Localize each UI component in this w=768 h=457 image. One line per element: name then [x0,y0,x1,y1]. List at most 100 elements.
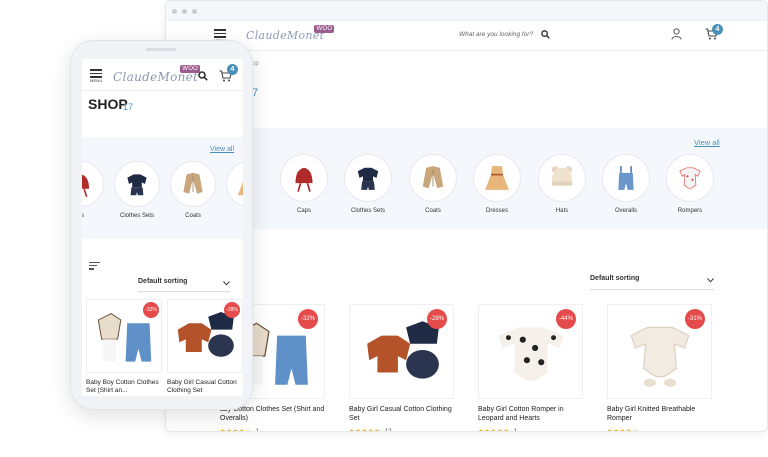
search-icon[interactable] [540,29,550,39]
view-all-link[interactable]: View all [210,146,234,153]
category-carousel: View all s Caps Clothes Sets Coats Dress… [166,128,767,229]
woo-badge: WOO [314,25,335,33]
sort-select-label: Default sorting [138,278,188,285]
cart-count-badge: 4 [712,24,723,35]
category-label: Clothes Sets [350,208,386,214]
review-count: 12 [384,429,392,432]
sale-badge: -32% [298,309,318,329]
category-label: Overalls [614,208,637,214]
category-label: Hats [555,208,569,214]
sort-select[interactable]: Default sorting [590,275,714,290]
sale-badge: -28% [224,302,240,318]
search-icon[interactable] [197,70,208,81]
category-carousel: View all ps Clothes Sets Coats Dre [82,137,243,239]
cart-count-badge: 4 [227,64,238,75]
window-dot [172,9,177,14]
site-logo[interactable]: ClaudeMonet WOO [246,25,335,42]
product-name[interactable]: Baby Boy Cotton Clothes Set (Shirt an... [86,379,162,395]
review-count: 1 [513,429,518,432]
category-label: ps [82,213,85,219]
view-all-link[interactable]: View all [694,138,720,147]
category-image [538,154,586,202]
menu-icon[interactable]: MENU [90,69,103,83]
category-item[interactable]: Coats [168,161,218,219]
rating-stars: ★★★★☆ 1 [220,428,325,432]
sale-badge: -44% [556,309,576,329]
product-name[interactable]: Baby Girl Casual Cotton Clothing Set [349,405,454,423]
category-label: Clothes Sets [119,213,155,219]
product-name[interactable]: Baby Girl Knitted Breathable Romper [607,405,712,423]
account-icon[interactable] [670,27,682,40]
category-item[interactable]: Overalls [600,154,652,214]
product-grid: -32% Baby Boy Cotton Clothes Set (Shirt … [82,299,243,396]
product-image[interactable]: -32% [86,299,162,373]
category-item[interactable]: Coats [407,154,459,214]
desktop-browser-window: MENU ClaudeMonet WOO What are you lookin… [165,0,768,432]
site-header: MENU ClaudeMonet WOO What are you lookin… [166,21,767,51]
category-image [344,154,392,202]
category-image [226,161,243,207]
window-dot [182,9,187,14]
product-card[interactable]: -31% Baby Girl Knitted Breathable Romper… [607,304,712,432]
sale-badge: -31% [685,309,705,329]
product-image[interactable]: -28% [349,304,454,399]
search-input[interactable]: What are you looking for? [459,31,533,38]
rating-stars: ★★★★★ 12 [349,428,454,432]
sale-badge: -28% [427,309,447,329]
category-item[interactable]: ps [82,161,106,219]
category-item[interactable]: Clothes Sets [342,154,394,214]
category-image [602,154,650,202]
category-image [666,154,714,202]
category-item[interactable]: Dre [224,161,243,219]
chevron-down-icon [707,278,714,283]
browser-title-bar [166,1,767,21]
window-dot [192,9,197,14]
marketing-mockup: { "brand": {"logo_text": "ClaudeMonet", … [0,0,768,457]
product-image[interactable]: -44% [478,304,583,399]
category-item[interactable]: Clothes Sets [112,161,162,219]
menu-icon[interactable]: MENU [214,29,226,43]
product-card[interactable]: -32% Baby Boy Cotton Clothes Set (Shirt … [86,299,162,395]
product-card[interactable]: -28% Baby Girl Casual Cotton Clothing Se… [349,304,454,432]
category-label: Dresses [485,208,508,214]
menu-label: MENU [90,78,103,83]
product-image[interactable]: -31% [607,304,712,399]
category-item[interactable]: Caps [278,154,330,214]
review-count: 1 [255,429,260,432]
category-item[interactable]: Hats [536,154,588,214]
category-image [170,161,216,207]
filter-icon[interactable] [89,262,100,270]
category-image [409,154,457,202]
shop-count: 17 [123,102,134,112]
category-label: Coats [425,208,441,214]
site-logo[interactable]: ClaudeMonet WOO [113,65,201,84]
mobile-screen: MENU ClaudeMonet WOO 4 SHOP 17 View all … [82,59,243,396]
product-card[interactable]: -28% Baby Girl Casual Cotton Clothing Se… [167,299,243,395]
breadcrumb: op [252,61,259,67]
category-image [280,154,328,202]
product-image[interactable]: -28% [167,299,243,373]
mobile-header: MENU ClaudeMonet WOO 4 [82,59,243,91]
page-title: SHOP [88,96,128,112]
logo-text: ClaudeMonet [246,29,325,42]
category-image [114,161,160,207]
category-label: Caps [296,208,311,214]
sale-badge: -32% [143,302,159,318]
rating-stars: ★★★★★ 1 [478,428,583,432]
category-label: Dre [224,213,243,219]
category-image [473,154,521,202]
product-name[interactable]: Baby Girl Cotton Romper in Leopard and H… [478,405,583,423]
phone-speaker [146,48,176,51]
category-image [82,161,104,207]
category-item[interactable]: Rompers [664,154,716,214]
category-label: Coats [185,213,201,219]
category-label: Rompers [677,208,703,214]
product-card[interactable]: -44% Baby Girl Cotton Romper in Leopard … [478,304,583,432]
chevron-down-icon [223,281,230,286]
rating-stars: ★★★★☆ [607,429,639,432]
mobile-phone: MENU ClaudeMonet WOO 4 SHOP 17 View all … [70,40,253,410]
sort-select-label: Default sorting [590,275,640,282]
product-name[interactable]: Baby Girl Casual Cotton Clothing Set [167,379,243,395]
sort-select[interactable]: Default sorting [138,278,230,292]
category-item[interactable]: Dresses [471,154,523,214]
